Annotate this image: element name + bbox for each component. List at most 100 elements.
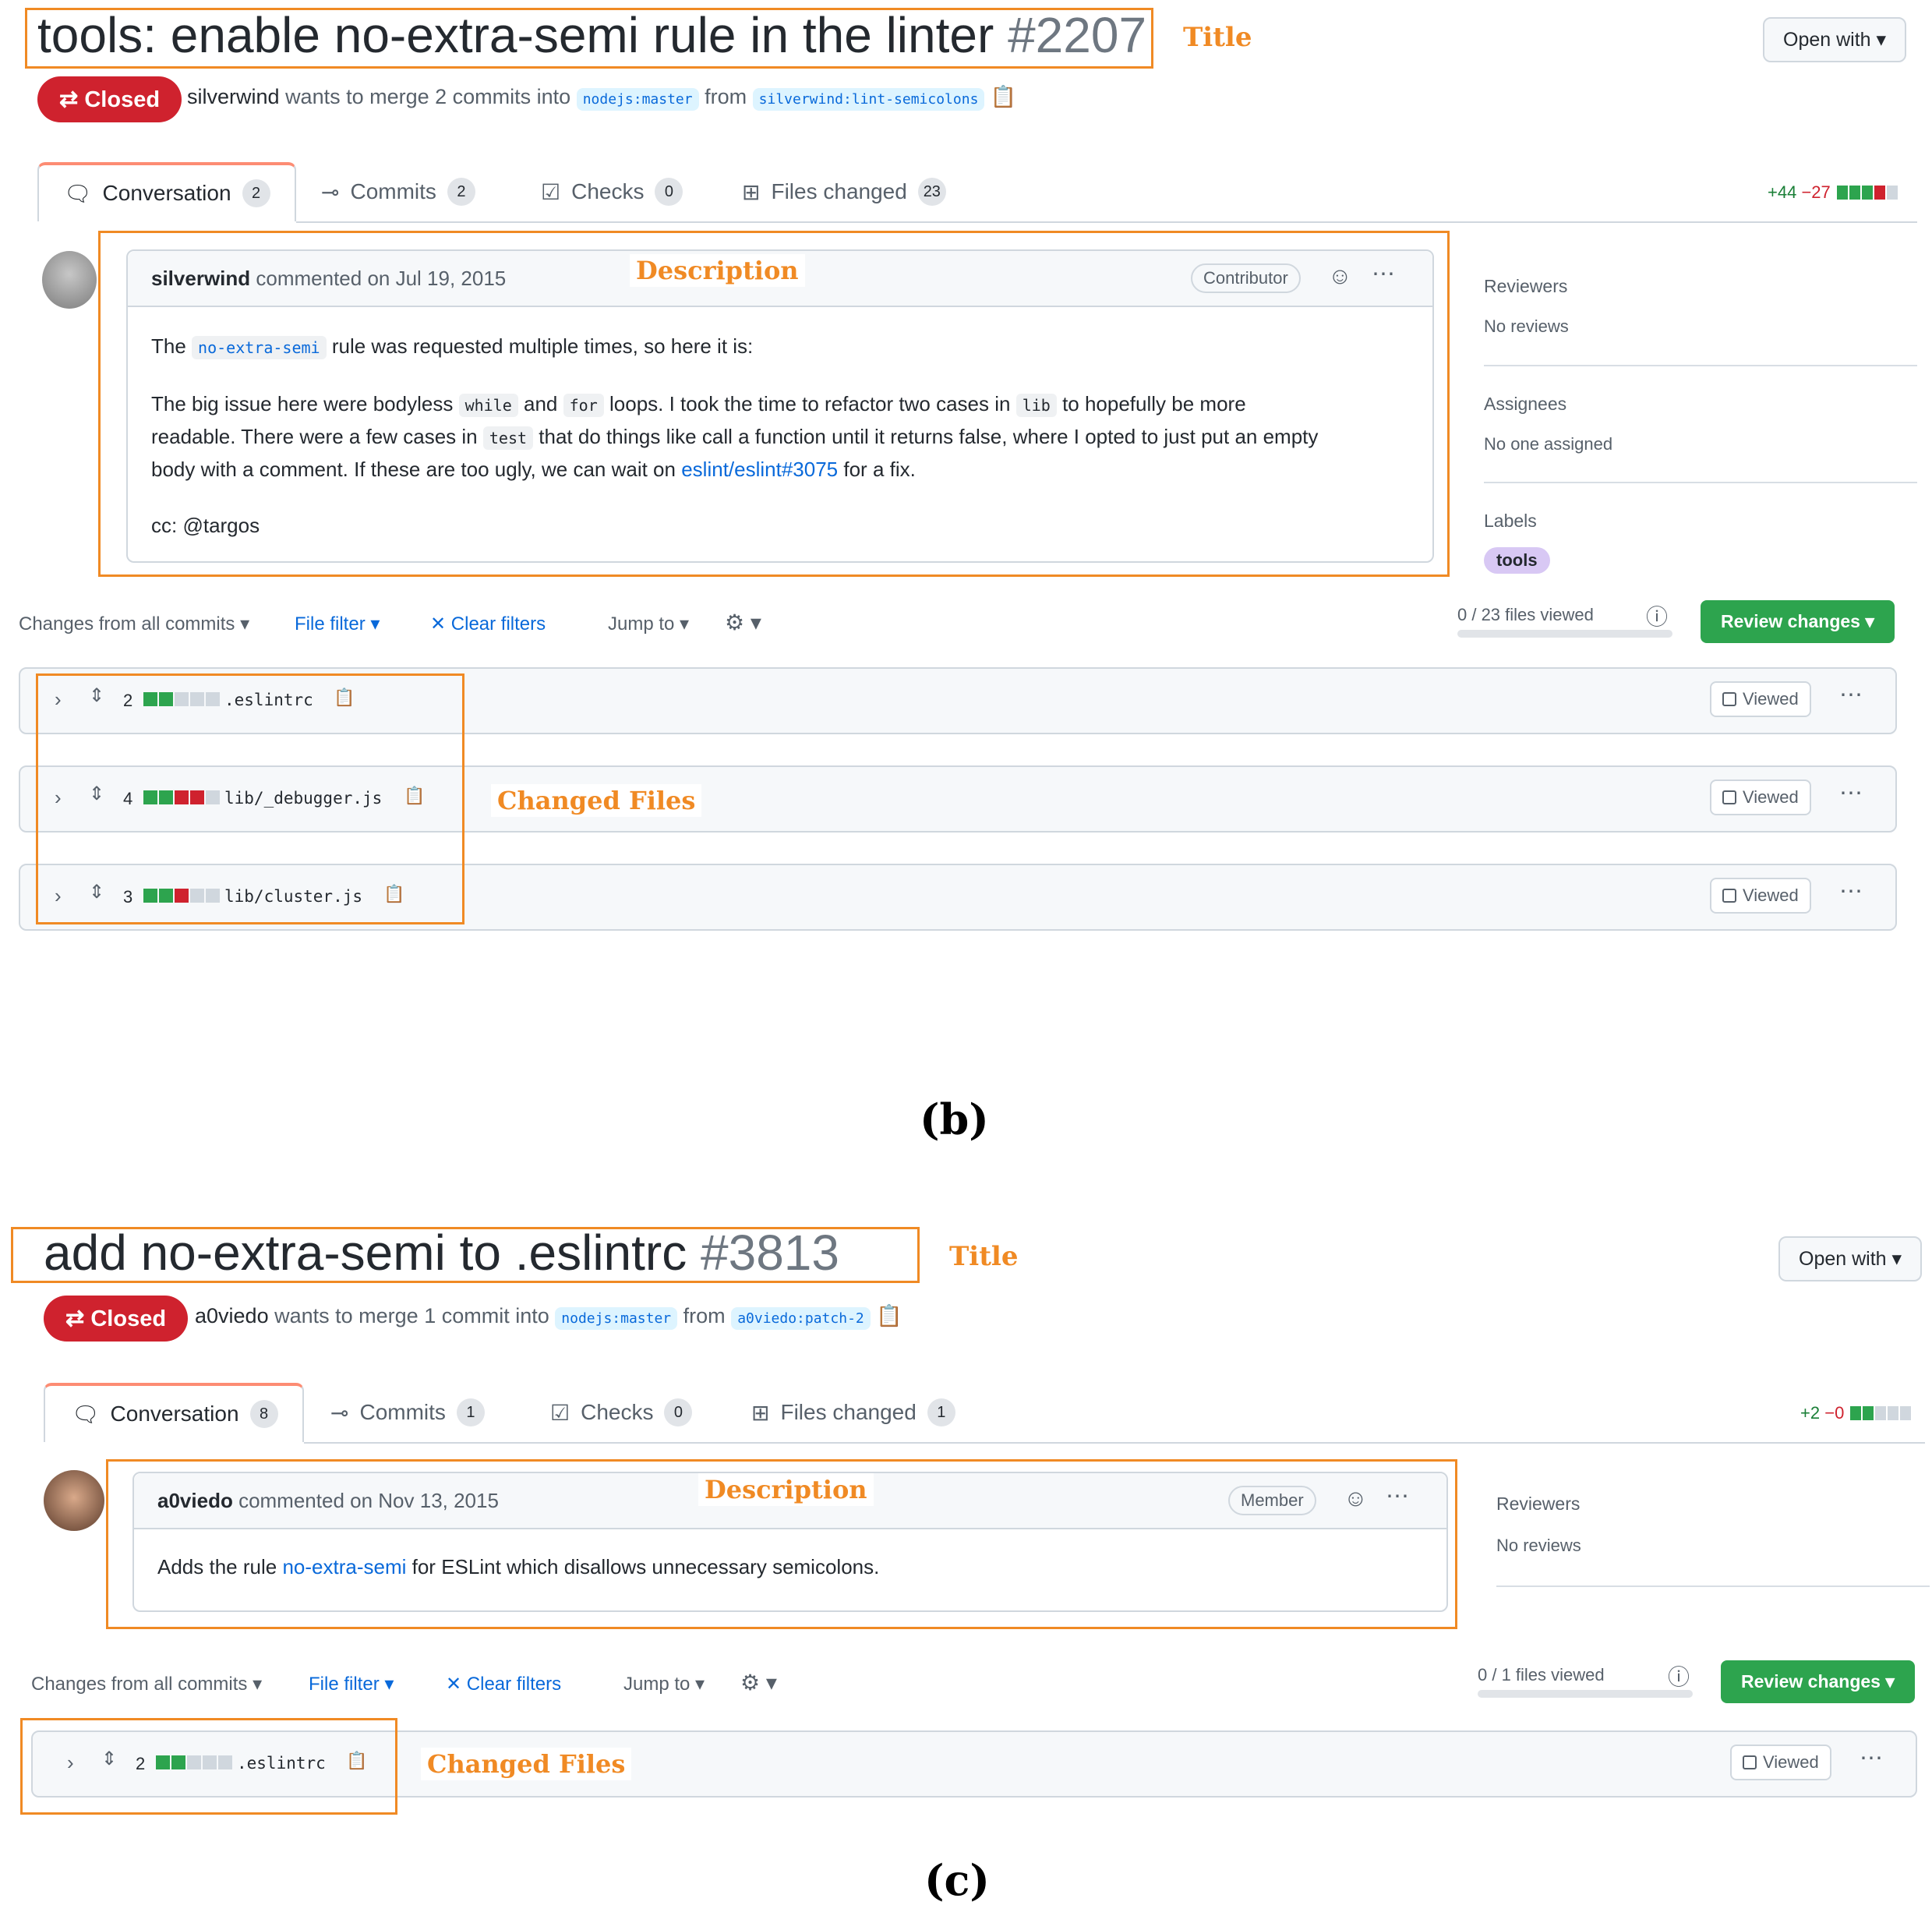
sidebar-divider (1484, 365, 1917, 366)
pr-meta: silverwind wants to merge 2 commits into… (187, 84, 1017, 111)
smiley-icon[interactable]: ☺ (1344, 1486, 1368, 1512)
viewed-label: Viewed (1743, 886, 1799, 905)
rule-link[interactable]: no-extra-semi (282, 1555, 406, 1578)
more-options-icon[interactable]: ⋯ (1839, 681, 1863, 709)
title-annotation-label: Title (1177, 20, 1259, 55)
open-with-button[interactable]: Open with ▾ (1763, 17, 1907, 62)
files-annotation-label: Changed Files (491, 784, 702, 817)
comment-time[interactable]: commented on Jul 19, 2015 (256, 267, 506, 290)
smiley-icon[interactable]: ☺ (1328, 263, 1352, 290)
tab-commits[interactable]: ⊸ Commits 1 (330, 1398, 485, 1426)
comment-time[interactable]: commented on Nov 13, 2015 (238, 1489, 499, 1512)
figure-caption: (c) (924, 1855, 990, 1905)
jump-to-dropdown[interactable]: Jump to ▾ (608, 613, 689, 635)
sidebar-reviewers-heading[interactable]: Reviewers (1484, 276, 1567, 297)
files-annotation-box (36, 673, 464, 924)
comment-paragraph-1: The no-extra-semi rule was requested mul… (151, 334, 754, 359)
tab-conversation[interactable]: 🗨 Conversation 8 (44, 1383, 304, 1442)
sidebar-reviewers-value: No reviews (1496, 1536, 1581, 1555)
avatar[interactable] (44, 1470, 104, 1531)
open-with-button[interactable]: Open with ▾ (1778, 1236, 1923, 1281)
sidebar-assignees-heading[interactable]: Assignees (1484, 394, 1566, 415)
tab-label: Checks (581, 1400, 654, 1424)
avatar[interactable] (42, 251, 97, 309)
sidebar-assignees-value: No one assigned (1484, 434, 1613, 454)
additions-count: +2 (1800, 1403, 1821, 1423)
label-pill[interactable]: tools (1484, 547, 1550, 574)
files-annotation-box (20, 1718, 397, 1815)
copy-icon[interactable]: 📋 (876, 1304, 902, 1327)
copy-icon[interactable]: 📋 (991, 85, 1017, 108)
comment-author[interactable]: silverwind (151, 267, 250, 290)
tab-count: 2 (242, 179, 270, 207)
clear-filters-button[interactable]: ✕ Clear filters (446, 1673, 561, 1695)
tab-files-changed[interactable]: ⊞ Files changed 23 (742, 178, 946, 206)
tab-divider (296, 221, 1917, 223)
checkbox-icon (1722, 790, 1736, 804)
more-options-icon[interactable]: ⋯ (1860, 1745, 1884, 1772)
comment-body: Adds the rule no-extra-semi for ESLint w… (157, 1555, 880, 1578)
files-viewed-count: 0 / 23 files viewed (1457, 605, 1594, 624)
checkbox-icon (1722, 692, 1736, 706)
base-branch[interactable]: nodejs:master (555, 1307, 678, 1330)
review-changes-button[interactable]: Review changes ▾ (1701, 600, 1895, 643)
info-icon[interactable]: ⓘ (1646, 600, 1668, 631)
meta-text: wants to merge 2 commits into (285, 85, 571, 108)
title-annotation-box (11, 1227, 920, 1283)
checklist-icon: ☑ (550, 1400, 570, 1425)
tab-files-changed[interactable]: ⊞ Files changed 1 (751, 1398, 955, 1426)
file-diff-icon: ⊞ (751, 1400, 770, 1425)
more-options-icon[interactable]: ⋯ (1839, 779, 1863, 807)
more-options-icon[interactable]: ⋯ (1372, 260, 1395, 288)
tab-checks[interactable]: ☑ Checks 0 (541, 178, 683, 206)
tab-count: 23 (917, 178, 946, 206)
checkbox-icon (1722, 889, 1736, 903)
gear-icon[interactable]: ⚙ ▾ (740, 1670, 777, 1695)
more-options-icon[interactable]: ⋯ (1839, 878, 1863, 905)
file-filter-dropdown[interactable]: File filter ▾ (295, 613, 380, 635)
gear-icon[interactable]: ⚙ ▾ (725, 610, 761, 635)
status-text: Closed (90, 1306, 167, 1331)
base-branch[interactable]: nodejs:master (576, 88, 699, 111)
tab-label: Commits (359, 1400, 446, 1424)
changes-from-dropdown[interactable]: Changes from all commits ▾ (19, 613, 249, 635)
viewed-checkbox[interactable]: Viewed (1730, 1745, 1831, 1780)
comment-author[interactable]: a0viedo (157, 1489, 233, 1512)
viewed-label: Viewed (1743, 689, 1799, 709)
author-link[interactable]: a0viedo (195, 1304, 269, 1327)
title-annotation-label: Title (943, 1239, 1025, 1274)
diff-stat: +2 −0 (1800, 1403, 1912, 1423)
checklist-icon: ☑ (541, 179, 561, 204)
jump-to-dropdown[interactable]: Jump to ▾ (623, 1673, 705, 1695)
file-filter-dropdown[interactable]: File filter ▾ (309, 1673, 394, 1695)
issue-link[interactable]: eslint/eslint#3075 (681, 458, 838, 481)
changes-from-dropdown[interactable]: Changes from all commits ▾ (31, 1673, 262, 1695)
viewed-checkbox[interactable]: Viewed (1710, 878, 1811, 914)
more-options-icon[interactable]: ⋯ (1386, 1483, 1409, 1510)
tab-checks[interactable]: ☑ Checks 0 (550, 1398, 693, 1426)
checkbox-icon (1743, 1755, 1757, 1769)
status-badge: ⇄ Closed (37, 76, 182, 122)
files-annotation-label: Changed Files (421, 1748, 632, 1780)
info-icon[interactable]: ⓘ (1668, 1660, 1690, 1692)
tab-label: Files changed (780, 1400, 917, 1424)
comment-icon: 🗨 (64, 181, 92, 206)
tab-commits[interactable]: ⊸ Commits 2 (321, 178, 475, 206)
viewed-checkbox[interactable]: Viewed (1710, 681, 1811, 717)
tab-count: 2 (447, 178, 475, 206)
review-changes-button[interactable]: Review changes ▾ (1721, 1660, 1915, 1703)
viewed-checkbox[interactable]: Viewed (1710, 779, 1811, 815)
sidebar-labels-heading[interactable]: Labels (1484, 511, 1537, 532)
clear-filters-button[interactable]: ✕ Clear filters (430, 613, 546, 635)
author-link[interactable]: silverwind (187, 85, 280, 108)
pr-meta: a0viedo wants to merge 1 commit into nod… (195, 1303, 902, 1330)
tab-count: 1 (456, 1398, 485, 1426)
sidebar-reviewers-heading[interactable]: Reviewers (1496, 1494, 1580, 1515)
head-branch[interactable]: silverwind:lint-semicolons (752, 88, 985, 111)
comment-meta: silverwind commented on Jul 19, 2015 (151, 267, 506, 291)
panel-c: add no-extra-semi to .eslintrc #3813 Tit… (0, 1216, 1932, 1905)
head-branch[interactable]: a0viedo:patch-2 (731, 1307, 871, 1330)
tab-conversation[interactable]: 🗨 Conversation 2 (37, 162, 296, 221)
status-badge: ⇄ Closed (44, 1296, 189, 1342)
comment-body: The no-extra-semi rule was requested mul… (151, 331, 1414, 541)
